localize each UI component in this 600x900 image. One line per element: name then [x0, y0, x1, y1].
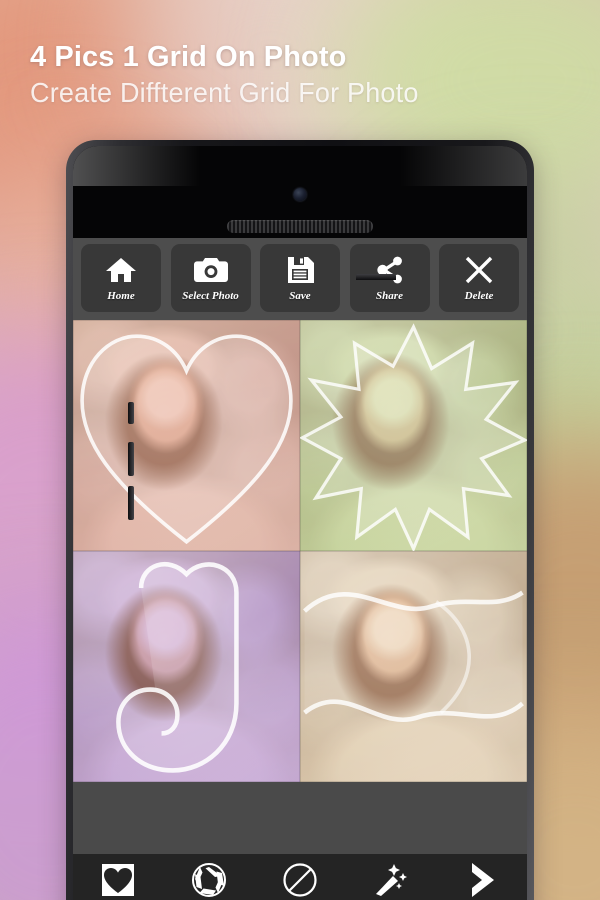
change-color-button[interactable]: Change Color [166, 860, 252, 900]
aperture-icon [191, 860, 227, 900]
page-subtitle: Create Diffterent Grid For Photo [30, 77, 419, 109]
shape-overlay-heart [73, 320, 300, 551]
no-color-button[interactable]: No Color [257, 860, 343, 900]
grid-cell-bottom-left[interactable] [73, 551, 300, 782]
heart-square-icon [100, 860, 136, 900]
shape-overlay-star [300, 320, 527, 551]
home-icon [104, 255, 138, 285]
select-photo-button-label: Select Photo [182, 289, 239, 302]
photo-grid [73, 320, 527, 782]
grid-cell-bottom-right[interactable] [300, 551, 527, 782]
home-button[interactable]: Home [81, 244, 161, 312]
change-shape-button[interactable]: Change Shape [75, 860, 161, 900]
grid-spacer-band [73, 782, 527, 854]
select-photo-button[interactable]: Select Photo [170, 244, 251, 312]
page-title: 4 Pics 1 Grid On Photo [30, 41, 347, 73]
share-icon [373, 255, 407, 285]
camera-icon [193, 255, 228, 285]
front-camera-icon [293, 188, 307, 201]
delete-button[interactable]: Delete [439, 244, 519, 312]
grid-cell-top-left[interactable] [73, 320, 300, 551]
delete-button-label: Delete [464, 289, 494, 302]
next-button[interactable] [439, 860, 525, 900]
bezel-highlight [73, 146, 527, 186]
shape-overlay-wave [300, 551, 527, 782]
effect-button[interactable]: Effect [348, 860, 434, 900]
power-button[interactable] [356, 274, 396, 280]
app-screen: Home Select Photo Save Share Delete [73, 238, 527, 900]
grid-cell-top-right[interactable] [300, 320, 527, 551]
chevron-right-icon [465, 860, 499, 900]
earpiece-speaker-icon [227, 220, 373, 233]
volume-down-button[interactable] [128, 486, 134, 520]
no-color-circle-slash-icon [282, 860, 318, 900]
phone-mockup: Home Select Photo Save Share Delete [66, 140, 534, 900]
shape-overlay-letter-j [73, 551, 300, 782]
volume-up-button[interactable] [128, 442, 134, 476]
share-button-label: Share [376, 289, 403, 302]
bottom-toolbar: Change Shape [73, 854, 527, 900]
mute-switch[interactable] [128, 402, 134, 424]
top-toolbar: Home Select Photo Save Share Delete [73, 238, 527, 320]
close-x-icon [462, 255, 496, 285]
promo-headline: 4 Pics 1 Grid On Photo Create Diffterent… [30, 41, 570, 109]
floppy-disk-icon [283, 255, 317, 285]
phone-screen-area: Home Select Photo Save Share Delete [73, 146, 527, 900]
magic-wand-icon [373, 860, 409, 900]
home-button-label: Home [107, 289, 135, 302]
save-button-label: Save [289, 289, 311, 302]
save-button[interactable]: Save [260, 244, 340, 312]
